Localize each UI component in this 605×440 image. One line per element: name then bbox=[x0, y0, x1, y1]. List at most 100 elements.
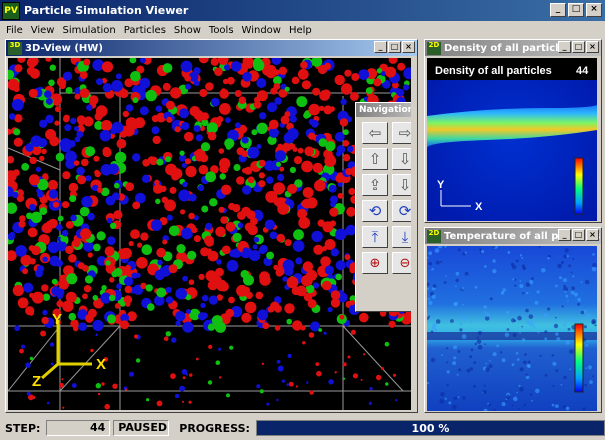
particle-3d-viewport[interactable]: Y X Z Navigation ⇦ ⇨ ⇧ ⇩ ⇪ ⇩ ⟲ ⟳ ⤒ ⤓ ⊕ ⊖ bbox=[8, 58, 411, 410]
particle bbox=[237, 211, 246, 220]
particle bbox=[44, 90, 52, 98]
particle bbox=[200, 302, 206, 309]
temperature-speck bbox=[474, 285, 478, 289]
particle bbox=[58, 382, 64, 388]
particle bbox=[61, 229, 69, 237]
menu-tools[interactable]: Tools bbox=[205, 25, 238, 36]
particle bbox=[236, 309, 242, 316]
particle bbox=[45, 114, 54, 124]
close-button[interactable]: × bbox=[586, 3, 602, 17]
move-up-button[interactable]: ⇪ bbox=[362, 174, 388, 196]
temperature-speck bbox=[543, 313, 548, 317]
particle bbox=[287, 353, 292, 358]
particle bbox=[241, 312, 252, 323]
particle bbox=[62, 201, 70, 209]
density-maximize-button[interactable]: □ bbox=[572, 41, 585, 53]
temperature-speck bbox=[568, 264, 571, 268]
particle bbox=[141, 244, 153, 255]
particle bbox=[188, 212, 195, 220]
temperature-speck bbox=[430, 357, 436, 363]
temperature-close-button[interactable]: × bbox=[586, 229, 599, 241]
menu-file[interactable]: File bbox=[2, 25, 27, 36]
particle bbox=[191, 227, 198, 234]
view3d-close-button[interactable]: × bbox=[402, 41, 415, 53]
pan-down-button[interactable]: ⇩ bbox=[392, 148, 411, 170]
particle bbox=[114, 182, 120, 189]
temperature-speck bbox=[505, 310, 510, 315]
particle bbox=[92, 295, 99, 301]
menu-particles[interactable]: Particles bbox=[120, 25, 170, 36]
density-titlebar[interactable]: 2D Density of all particles _ □ × bbox=[425, 40, 601, 56]
particle bbox=[41, 284, 49, 292]
move-down-button[interactable]: ⇩ bbox=[392, 174, 411, 196]
temperature-speck bbox=[531, 277, 534, 280]
zoom-in-button[interactable]: ⊕ bbox=[362, 252, 388, 274]
particle bbox=[104, 403, 110, 410]
density-close-button[interactable]: × bbox=[586, 41, 599, 53]
temperature-speck bbox=[427, 287, 430, 290]
particle bbox=[166, 214, 173, 221]
menu-help[interactable]: Help bbox=[285, 25, 316, 36]
particle bbox=[198, 273, 205, 280]
particle bbox=[247, 176, 255, 184]
particle bbox=[234, 90, 242, 97]
zoom-out-button[interactable]: ⊖ bbox=[392, 252, 411, 274]
particle bbox=[258, 159, 266, 167]
particle bbox=[55, 259, 63, 267]
view3d-titlebar[interactable]: 3D 3D-View (HW) _ □ × bbox=[6, 40, 417, 56]
particle bbox=[188, 279, 195, 285]
menu-simulation[interactable]: Simulation bbox=[58, 25, 119, 36]
temperature-titlebar[interactable]: 2D Temperature of all particles _ □ × bbox=[425, 228, 601, 244]
particle bbox=[224, 138, 235, 149]
temperature-speck bbox=[551, 403, 555, 407]
temperature-speck bbox=[432, 284, 437, 288]
particle bbox=[168, 264, 178, 274]
particle bbox=[247, 146, 260, 159]
pan-up-button[interactable]: ⇧ bbox=[362, 148, 388, 170]
temperature-speck bbox=[534, 300, 539, 305]
density-value: 44 bbox=[576, 65, 589, 77]
rotate-right-button[interactable]: ⟳ bbox=[392, 200, 411, 222]
density-window: 2D Density of all particles _ □ × Densit… bbox=[424, 39, 602, 223]
particle bbox=[219, 173, 226, 180]
view3d-maximize-button[interactable]: □ bbox=[388, 41, 401, 53]
density-plot[interactable]: Density of all particles 44 Y X bbox=[427, 58, 597, 221]
temperature-plot[interactable] bbox=[427, 246, 597, 411]
temperature-speck bbox=[515, 259, 519, 263]
particle bbox=[380, 71, 386, 77]
temperature-minimize-button[interactable]: _ bbox=[558, 229, 571, 241]
particle bbox=[249, 250, 261, 262]
pan-right-button[interactable]: ⇨ bbox=[392, 122, 411, 144]
particle bbox=[49, 64, 56, 71]
temperature-maximize-button[interactable]: □ bbox=[572, 229, 585, 241]
menu-show[interactable]: Show bbox=[170, 25, 205, 36]
particle bbox=[308, 132, 316, 140]
particle bbox=[262, 322, 270, 330]
particle bbox=[264, 219, 276, 230]
particle bbox=[135, 272, 141, 278]
minimize-button[interactable]: _ bbox=[550, 3, 566, 17]
temperature-speck bbox=[469, 355, 473, 359]
temperature-speck bbox=[594, 324, 597, 327]
particle bbox=[21, 344, 26, 349]
temperature-speck bbox=[554, 316, 557, 319]
particle bbox=[81, 196, 93, 208]
particle bbox=[162, 82, 171, 91]
menu-window[interactable]: Window bbox=[238, 25, 285, 36]
rotate-down-button[interactable]: ⤓ bbox=[392, 226, 411, 248]
view3d-minimize-button[interactable]: _ bbox=[374, 41, 387, 53]
particle bbox=[242, 247, 250, 255]
particle bbox=[66, 273, 78, 285]
particle bbox=[266, 402, 270, 406]
particle bbox=[87, 252, 93, 258]
pan-left-button[interactable]: ⇦ bbox=[362, 122, 388, 144]
rotate-left-button[interactable]: ⟲ bbox=[362, 200, 388, 222]
temperature-speck bbox=[526, 320, 530, 324]
arrow-up-icon: ⇧ bbox=[368, 150, 382, 168]
maximize-button[interactable]: □ bbox=[568, 3, 584, 17]
rotate-up-button[interactable]: ⤒ bbox=[362, 226, 388, 248]
particle bbox=[73, 325, 79, 332]
particle bbox=[300, 61, 308, 69]
density-minimize-button[interactable]: _ bbox=[558, 41, 571, 53]
menu-view[interactable]: View bbox=[27, 25, 59, 36]
